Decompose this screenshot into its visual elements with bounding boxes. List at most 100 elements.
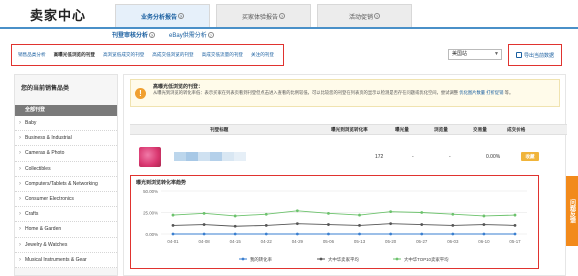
data-point xyxy=(171,232,175,236)
data-point xyxy=(202,223,206,226)
col-conversion[interactable]: 曝光到浏览转化率 xyxy=(331,125,368,135)
data-point xyxy=(451,212,455,216)
col-price[interactable]: 成交价格 xyxy=(507,125,525,135)
report-tab-high-sale-low-view[interactable]: 高成交低浏览的刊登 xyxy=(152,52,193,58)
chevron-right-icon: › xyxy=(19,211,21,218)
main-tabs: 业务分析报告? 买家体验报告? 活动促销? xyxy=(115,4,418,27)
tip-text: 从曝光到浏览的转化率低：表示买家在列表页看到刊登但点击进入查看的比例较低，可以比… xyxy=(153,90,555,96)
data-point xyxy=(327,223,330,226)
category-label: Collectibles xyxy=(25,165,51,172)
data-point xyxy=(482,232,486,236)
sidebar-category-item[interactable]: › Business & Industrial xyxy=(15,131,117,147)
data-point xyxy=(233,214,237,218)
tab-label: 买家体验报告 xyxy=(241,14,278,21)
x-tick-label: 04-01 xyxy=(167,239,179,244)
cell-impressions: 172 xyxy=(375,154,384,160)
data-point xyxy=(327,232,330,236)
tip-link-image-optimize[interactable]: 优化图片数量 xyxy=(459,90,485,95)
report-tab-high-impression-low-view[interactable]: 高曝光低浏览的刊登 xyxy=(54,52,95,58)
x-tick-label: 05-27 xyxy=(416,239,428,244)
chevron-right-icon: › xyxy=(19,241,21,248)
tab-label: 业务分析报告 xyxy=(140,14,177,21)
sidebar-category-item[interactable]: › Cameras & Photo xyxy=(15,146,117,162)
export-button[interactable]: 导出当前数据 xyxy=(508,44,562,66)
sidebar-category-item[interactable]: › Musical Instruments & Gear xyxy=(15,252,117,268)
sub-link-label: 刊登审核分析 xyxy=(112,33,149,39)
sidebar-category-item[interactable]: › Crafts xyxy=(15,207,117,223)
help-icon[interactable]: ? xyxy=(149,32,156,38)
tab-promotions[interactable]: 活动促销? xyxy=(317,4,412,27)
cell-views: - xyxy=(412,154,414,160)
data-point xyxy=(420,232,424,236)
sidebar-category-item[interactable]: › Jewelry & Watches xyxy=(15,237,117,253)
sidebar-category-item[interactable]: › Consumer Electronics xyxy=(15,191,117,208)
data-point xyxy=(295,209,299,213)
cell-price: 0.00% xyxy=(486,154,501,160)
feedback-tab[interactable]: 问题反馈 xyxy=(566,176,578,246)
report-tabs: 销售品类分析 高曝光低浏览的刊登 高浏览低成交的刊登 高成交低浏览的刊登 高成交… xyxy=(11,44,284,66)
category-label: Crafts xyxy=(25,211,39,218)
x-tick-label: 04-08 xyxy=(198,239,210,244)
series-line xyxy=(172,210,516,217)
tip-link-discount[interactable]: 打折促销 xyxy=(486,90,503,95)
sidebar-item-all[interactable]: 全部刊登 xyxy=(15,105,117,116)
data-point xyxy=(482,214,486,218)
report-tab-high-view-low-sale[interactable]: 高浏览低成交的刊登 xyxy=(103,52,144,58)
report-tab-high-sale-low-traffic[interactable]: 高成交低流量的刊登 xyxy=(202,52,243,58)
category-label: Business & Industrial xyxy=(25,135,72,142)
x-tick-label: 06-03 xyxy=(447,239,459,244)
sidebar-category-item[interactable]: › Computers/Tablets & Networking xyxy=(15,176,117,192)
table-header: 刊登标题 曝光到浏览转化率 曝光量 浏览量 交易量 成交价格 xyxy=(130,124,567,135)
sidebar-category-item[interactable]: › Collectibles xyxy=(15,161,117,177)
listing-thumbnail[interactable] xyxy=(139,147,161,167)
listing-title-redacted[interactable] xyxy=(174,152,246,161)
x-tick-label: 06-10 xyxy=(478,239,490,244)
chart-title: 曝光到浏览转化率趋势 xyxy=(136,179,186,186)
category-label: Jewelry & Watches xyxy=(25,241,68,248)
data-point xyxy=(264,224,268,227)
export-icon xyxy=(515,52,522,58)
x-tick-label: 05-13 xyxy=(354,239,366,244)
help-icon[interactable]: ? xyxy=(178,13,184,19)
legend-label: 我的转化率 xyxy=(250,256,273,263)
sub-link-listing-analysis[interactable]: 刊登审核分析? xyxy=(112,30,156,39)
data-point xyxy=(295,232,299,236)
legend-marker xyxy=(395,257,399,261)
help-icon[interactable]: ? xyxy=(279,13,285,19)
chevron-right-icon: › xyxy=(19,195,21,202)
category-sidebar: 您的当前销售品类 全部刊登 › Baby › Business & Industria… xyxy=(14,74,118,276)
favorite-button[interactable]: 收藏 xyxy=(521,152,539,161)
sub-link-supply-demand[interactable]: eBay供需分析? xyxy=(169,30,214,39)
data-point xyxy=(358,232,361,236)
data-point xyxy=(202,211,206,215)
cell-transactions: - xyxy=(449,154,451,160)
data-point xyxy=(420,223,424,226)
col-impressions[interactable]: 曝光量 xyxy=(395,125,409,135)
chevron-right-icon: › xyxy=(19,226,21,233)
data-point xyxy=(389,222,393,226)
sidebar-category-item[interactable]: › Baby xyxy=(15,116,117,132)
category-list: › Baby › Business & Industrial › Cameras & Ph… xyxy=(15,116,117,268)
data-point xyxy=(420,211,424,214)
region-value: 美国站 xyxy=(452,51,468,57)
col-transactions[interactable]: 交易量 xyxy=(473,125,487,135)
x-tick-label: 04-29 xyxy=(292,239,304,244)
region-select[interactable]: 美国站 ▼ xyxy=(448,49,502,60)
data-point xyxy=(233,232,237,236)
help-icon[interactable]: ? xyxy=(207,32,214,38)
chevron-right-icon: › xyxy=(19,180,21,187)
col-title: 刊登标题 xyxy=(210,127,229,132)
category-label: Cameras & Photo xyxy=(25,150,65,157)
report-tab-watched[interactable]: 关注的刊登 xyxy=(251,52,274,58)
tab-business-analysis[interactable]: 业务分析报告? xyxy=(115,4,210,27)
data-point xyxy=(264,212,268,216)
help-icon[interactable]: ? xyxy=(374,13,380,19)
legend-marker xyxy=(241,257,245,261)
sidebar-category-item[interactable]: › Home & Garden xyxy=(15,222,117,238)
y-tick-label: 50.00% xyxy=(143,189,158,194)
tab-buyer-experience[interactable]: 买家体验报告? xyxy=(216,4,311,27)
report-tab-category-sales[interactable]: 销售品类分析 xyxy=(18,52,46,58)
category-label: Home & Garden xyxy=(25,226,62,233)
category-label: Musical Instruments & Gear xyxy=(25,256,87,263)
col-views[interactable]: 浏览量 xyxy=(434,125,448,135)
